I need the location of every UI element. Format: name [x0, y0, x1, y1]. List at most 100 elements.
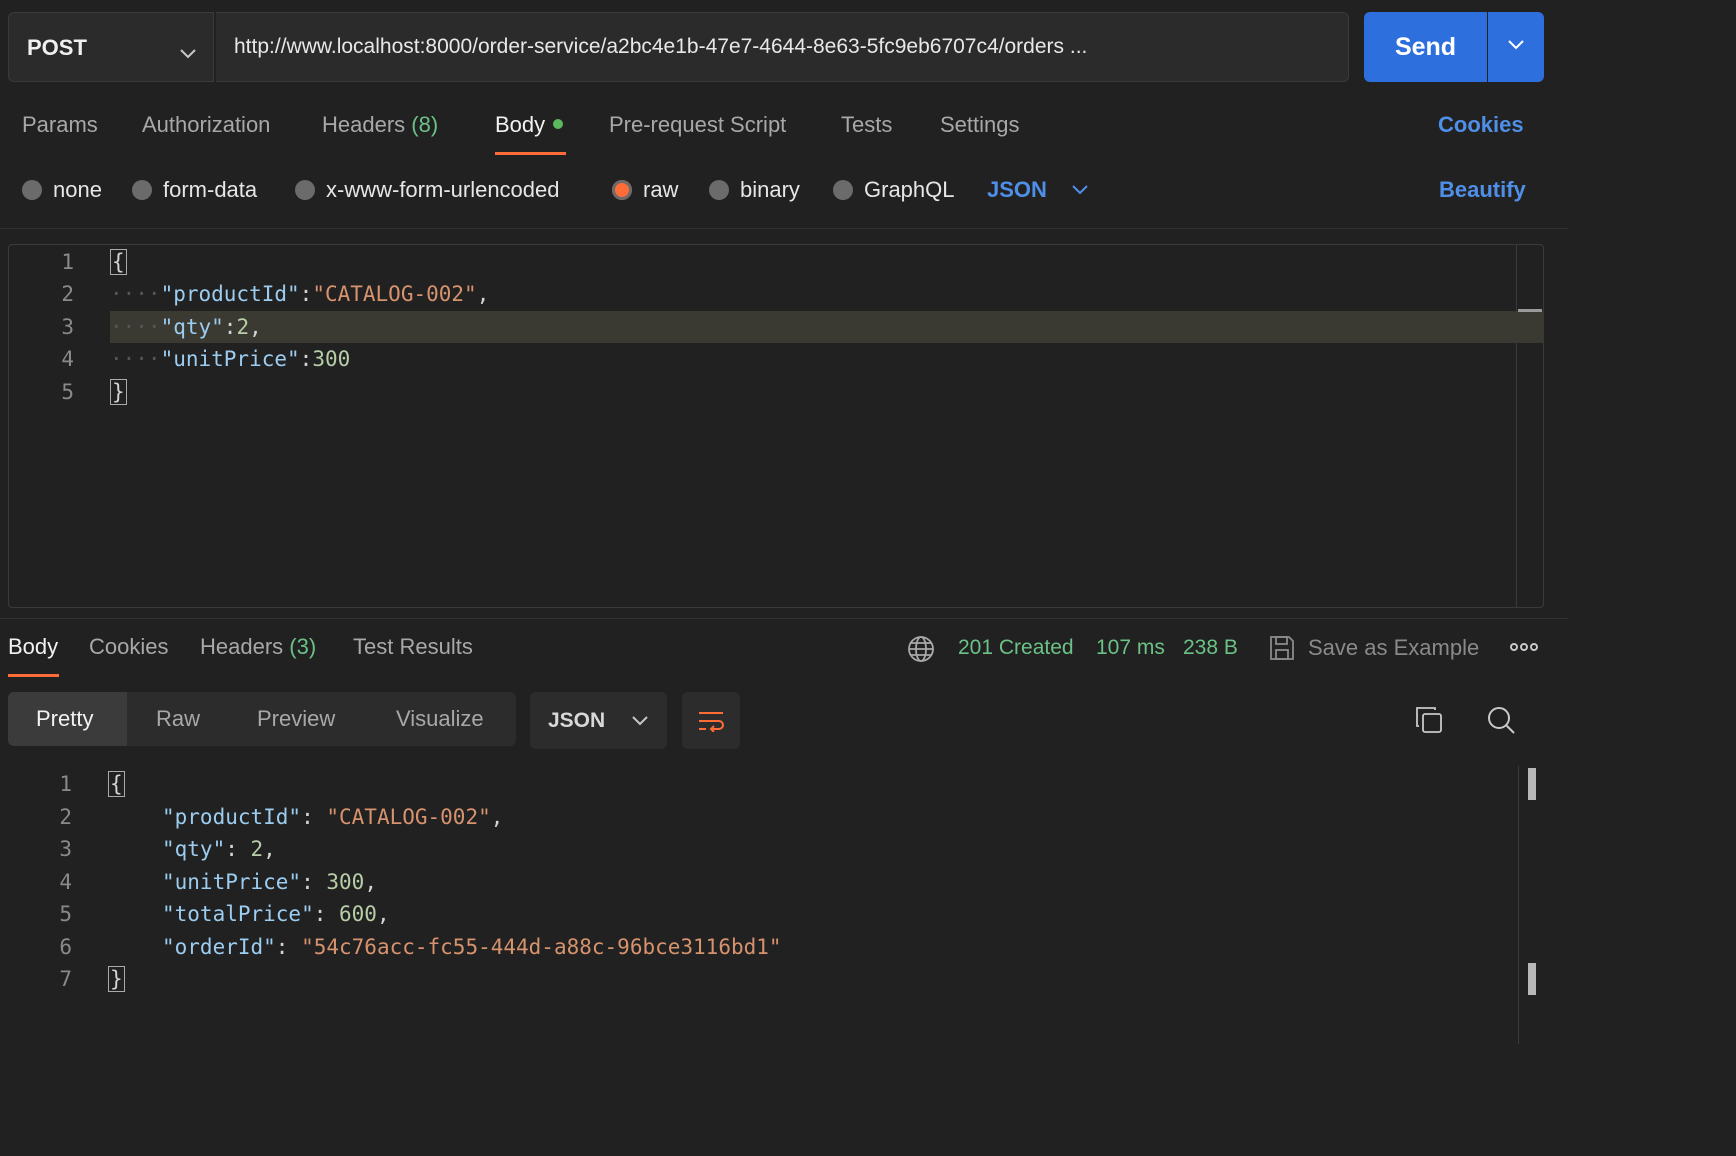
code-line: { [110, 249, 127, 275]
search-icon[interactable] [1486, 705, 1516, 740]
body-type-binary[interactable]: binary [709, 177, 800, 203]
json-value: 300 [326, 870, 365, 894]
line-number: 5 [59, 902, 72, 926]
view-visualize-button[interactable]: Visualize [396, 706, 484, 732]
copy-icon[interactable] [1414, 705, 1444, 740]
send-button[interactable]: Send [1364, 12, 1487, 82]
tab-headers[interactable]: Headers (8) [322, 112, 438, 138]
body-type-urlencoded[interactable]: x-www-form-urlencoded [295, 177, 560, 203]
response-tab-body-label: Body [8, 634, 59, 659]
wrap-lines-button[interactable] [682, 692, 740, 749]
response-time[interactable]: 107 ms [1096, 636, 1165, 660]
globe-icon[interactable] [907, 635, 935, 668]
json-key: "productId" [160, 282, 300, 306]
close-brace: } [108, 966, 125, 992]
code-line: "unitPrice": 300, [162, 870, 377, 894]
active-tab-indicator [495, 152, 566, 155]
chevron-down-icon [631, 715, 649, 727]
body-type-form-data[interactable]: form-data [132, 177, 257, 203]
method-select[interactable]: POST [8, 12, 214, 82]
json-key: "unitPrice" [162, 870, 302, 894]
chevron-down-icon [1071, 184, 1089, 196]
body-type-graphql-label: GraphQL [864, 177, 955, 202]
response-tab-test-results[interactable]: Test Results [353, 634, 473, 660]
json-punct: , [364, 870, 377, 894]
response-tab-body[interactable]: Body [8, 634, 58, 660]
view-pretty-label[interactable]: Pretty [36, 706, 93, 732]
json-value: "CATALOG-002" [326, 805, 491, 829]
body-type-none[interactable]: none [22, 177, 102, 203]
method-label: POST [27, 35, 87, 60]
json-key: "productId" [162, 805, 302, 829]
radio-icon [132, 180, 152, 200]
url-value: http://www.localhost:8000/order-service/… [234, 35, 1088, 58]
code-line: ····"productId":"CATALOG-002", [110, 282, 490, 306]
code-line: } [108, 966, 125, 992]
response-size[interactable]: 238 B [1183, 636, 1238, 660]
save-as-example-label: Save as Example [1308, 635, 1480, 660]
json-punct: , [476, 282, 490, 306]
response-tab-test-results-label: Test Results [353, 634, 473, 659]
body-language-label: JSON [987, 177, 1047, 202]
beautify-button[interactable]: Beautify [1439, 177, 1526, 203]
tab-headers-label: Headers [322, 112, 406, 137]
json-value: 600 [339, 902, 377, 926]
response-scrollbar-marker[interactable] [1528, 768, 1536, 800]
wrap-icon [697, 710, 725, 732]
response-format-label: JSON [548, 708, 606, 732]
editor-scrollbar[interactable] [1518, 309, 1542, 312]
radio-selected-icon [612, 180, 632, 200]
json-key: "orderId" [162, 935, 276, 959]
response-format-select[interactable]: JSON [530, 692, 667, 749]
divider [0, 618, 1568, 619]
tab-authorization[interactable]: Authorization [142, 112, 270, 138]
line-number: 7 [59, 967, 72, 991]
tab-body[interactable]: Body [495, 112, 564, 138]
body-type-graphql[interactable]: GraphQL [833, 177, 955, 203]
save-icon [1268, 634, 1296, 662]
tab-settings[interactable]: Settings [940, 112, 1020, 138]
body-type-raw-label: raw [643, 177, 679, 202]
json-punct: , [263, 837, 276, 861]
cookies-link[interactable]: Cookies [1438, 112, 1524, 138]
body-language-select[interactable]: JSON [987, 177, 1089, 203]
line-number: 1 [61, 250, 74, 274]
code-line: } [110, 379, 127, 405]
response-tab-cookies[interactable]: Cookies [89, 634, 168, 660]
tab-pre-request-label: Pre-request Script [609, 112, 787, 137]
view-raw-button[interactable]: Raw [156, 706, 200, 732]
json-key: "unitPrice" [160, 347, 300, 371]
line-number: 2 [61, 282, 74, 306]
body-type-urlencoded-label: x-www-form-urlencoded [326, 177, 560, 202]
json-value: "54c76acc-fc55-444d-a88c-96bce3116bd1" [301, 935, 782, 959]
response-scrollbar-marker[interactable] [1528, 963, 1536, 995]
tab-tests[interactable]: Tests [841, 112, 892, 138]
save-as-example-button[interactable]: Save as Example [1268, 634, 1479, 662]
json-value: 300 [312, 347, 351, 371]
json-punct: , [249, 315, 262, 339]
tab-authorization-label: Authorization [142, 112, 271, 137]
send-options-button[interactable] [1488, 12, 1544, 82]
json-punct: , [376, 902, 390, 926]
tab-headers-count: (8) [411, 112, 439, 137]
radio-icon [709, 180, 729, 200]
response-tab-headers[interactable]: Headers (3) [200, 634, 316, 660]
tab-params-label: Params [22, 112, 98, 137]
line-number: 4 [59, 870, 72, 894]
tab-pre-request-script[interactable]: Pre-request Script [609, 112, 786, 138]
tab-params[interactable]: Params [22, 112, 98, 138]
code-line: ····"unitPrice":300 [110, 347, 351, 371]
line-number: 3 [61, 315, 74, 339]
url-input[interactable]: http://www.localhost:8000/order-service/… [216, 12, 1349, 82]
code-line: "orderId": "54c76acc-fc55-444d-a88c-96bc… [162, 935, 782, 959]
view-preview-button[interactable]: Preview [257, 706, 335, 732]
editor-scroll-divider [1516, 245, 1517, 607]
status-code[interactable]: 201 Created [958, 636, 1074, 660]
open-brace: { [110, 249, 127, 275]
more-icon[interactable] [1510, 640, 1538, 659]
body-type-raw[interactable]: raw [612, 177, 678, 203]
json-value: "CATALOG-002" [312, 282, 477, 306]
open-brace: { [108, 771, 125, 797]
radio-icon [295, 180, 315, 200]
json-punct: , [490, 805, 504, 829]
